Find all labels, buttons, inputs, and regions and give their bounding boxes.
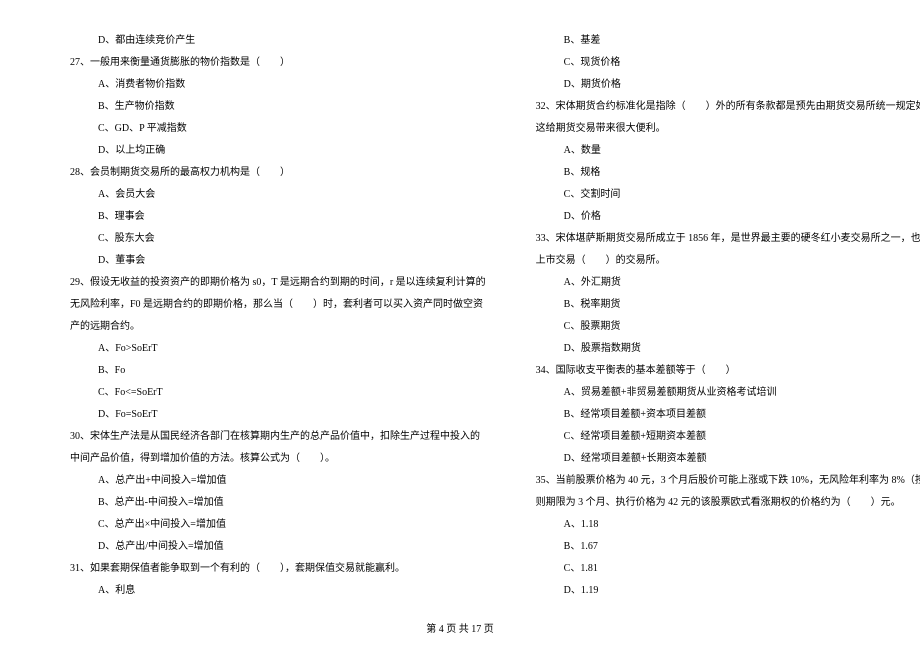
option-line: B、1.67 [536,536,920,558]
left-column: D、都由连续竞价产生27、一般用来衡量通货膨胀的物价指数是（ ）A、消费者物价指… [70,30,486,602]
question-line: 上市交易（ ）的交易所。 [536,250,920,272]
option-line: B、总产出-中间投入=增加值 [70,492,486,514]
option-line: D、以上均正确 [70,140,486,162]
option-line: C、交割时间 [536,184,920,206]
option-line: A、总产出+中间投入=增加值 [70,470,486,492]
question-line: 28、会员制期货交易所的最高权力机构是（ ） [70,162,486,184]
option-line: B、规格 [536,162,920,184]
option-line: A、消费者物价指数 [70,74,486,96]
option-line: D、股票指数期货 [536,338,920,360]
right-column: B、基差C、现货价格D、期货价格32、宋体期货合约标准化是指除（ ）外的所有条款… [536,30,920,602]
option-line: B、理事会 [70,206,486,228]
question-line: 产的远期合约。 [70,316,486,338]
option-line: C、股东大会 [70,228,486,250]
question-line: 33、宋体堪萨斯期货交易所成立于 1856 年，是世界最主要的硬冬红小麦交易所之… [536,228,920,250]
option-line: D、董事会 [70,250,486,272]
option-line: B、生产物价指数 [70,96,486,118]
option-line: A、贸易差额+非贸易差额期货从业资格考试培训 [536,382,920,404]
option-line: A、数量 [536,140,920,162]
question-line: 30、宋体生产法是从国民经济各部门在核算期内生产的总产品价值中，扣除生产过程中投… [70,426,486,448]
option-line: D、总产出/中间投入=增加值 [70,536,486,558]
option-line: D、期货价格 [536,74,920,96]
option-line: D、价格 [536,206,920,228]
question-line: 34、国际收支平衡表的基本差额等于（ ） [536,360,920,382]
option-line: A、Fo>SoErT [70,338,486,360]
option-line: B、Fo [70,360,486,382]
option-line: C、现货价格 [536,52,920,74]
option-line: B、经常项目差额+资本项目差额 [536,404,920,426]
option-line: A、会员大会 [70,184,486,206]
question-line: 则期限为 3 个月、执行价格为 42 元的该股票欧式看涨期权的价格约为（ ）元。 [536,492,920,514]
option-line: C、GD、P 平减指数 [70,118,486,140]
question-line: 35、当前股票价格为 40 元，3 个月后股价可能上涨或下跌 10%，无风险年利… [536,470,920,492]
question-line: 29、假设无收益的投资资产的即期价格为 s0，T 是远期合约到期的时间，r 是以… [70,272,486,294]
question-line: 无风险利率，F0 是远期合约的即期价格，那么当（ ）时，套利者可以买入资产同时做… [70,294,486,316]
option-line: A、外汇期货 [536,272,920,294]
option-line: A、1.18 [536,514,920,536]
page-footer: 第 4 页 共 17 页 [0,620,920,635]
option-line: D、都由连续竞价产生 [70,30,486,52]
question-line: 这给期货交易带来很大便利。 [536,118,920,140]
question-line: 31、如果套期保值者能争取到一个有利的（ ），套期保值交易就能赢利。 [70,558,486,580]
option-line: D、经常项目差额+长期资本差额 [536,448,920,470]
question-line: 32、宋体期货合约标准化是指除（ ）外的所有条款都是预先由期货交易所统一规定好的… [536,96,920,118]
option-line: C、1.81 [536,558,920,580]
page-content: D、都由连续竞价产生27、一般用来衡量通货膨胀的物价指数是（ ）A、消费者物价指… [0,0,920,642]
option-line: A、利息 [70,580,486,602]
option-line: C、股票期货 [536,316,920,338]
option-line: B、基差 [536,30,920,52]
question-line: 27、一般用来衡量通货膨胀的物价指数是（ ） [70,52,486,74]
option-line: C、经常项目差额+短期资本差额 [536,426,920,448]
question-line: 中间产品价值，得到增加价值的方法。核算公式为（ ）。 [70,448,486,470]
option-line: C、总产出×中间投入=增加值 [70,514,486,536]
option-line: D、1.19 [536,580,920,602]
option-line: D、Fo=SoErT [70,404,486,426]
option-line: B、税率期货 [536,294,920,316]
option-line: C、Fo<=SoErT [70,382,486,404]
